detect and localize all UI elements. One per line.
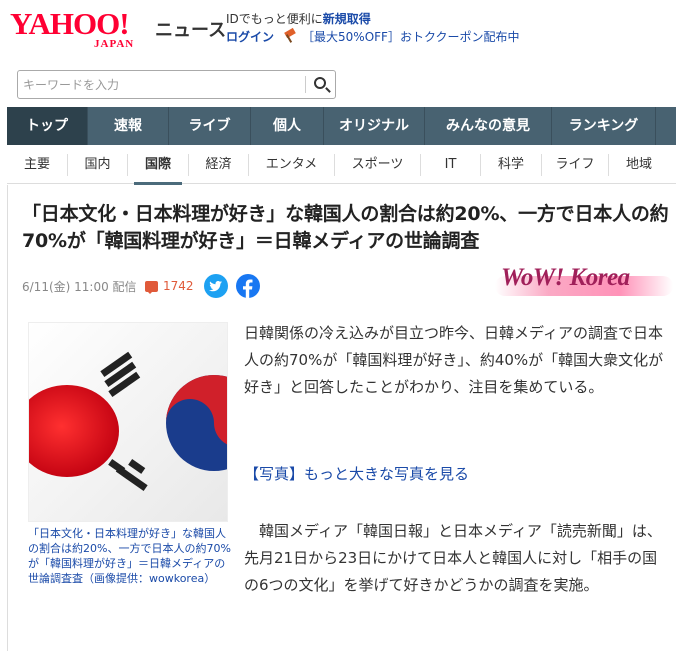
yahoo-japan-logo[interactable]: YAHOO! JAPAN: [10, 6, 150, 51]
nav-item-ranking[interactable]: ランキング: [552, 107, 656, 145]
category-science[interactable]: 科学: [481, 154, 542, 176]
article-title: 「日本文化・日本料理が好き」な韓国人の割合は約20%、一方で日本人の約70%が「…: [22, 203, 669, 252]
search-input[interactable]: [18, 71, 304, 98]
header-promo: IDでもっと便利に新規取得 ログイン ［最大50%OFF］おトククーポン配布中: [226, 10, 519, 46]
category-economy[interactable]: 経済: [189, 154, 249, 176]
nav-item-individual[interactable]: 個人: [251, 107, 324, 145]
twitter-share-icon[interactable]: [204, 274, 228, 298]
photo-caption[interactable]: 「日本文化・日本料理が好き」な韓国人の割合は約20%、一方で日本人の約70%が「…: [28, 526, 233, 586]
promo-line-1: IDでもっと便利に新規取得: [226, 10, 519, 28]
category-life[interactable]: ライフ: [542, 154, 609, 176]
header: YAHOO! JAPAN ニュース IDでもっと便利に新規取得 ログイン ［最大5…: [0, 0, 676, 62]
facebook-share-icon[interactable]: [236, 274, 260, 298]
promo-text: IDでもっと便利に: [226, 12, 323, 26]
category-main[interactable]: 主要: [7, 154, 68, 176]
category-entertainment[interactable]: エンタメ: [249, 154, 335, 176]
logo-subtext: JAPAN: [94, 38, 135, 50]
category-sports[interactable]: スポーツ: [335, 154, 421, 176]
paragraph-1: 日韓関係の冷え込みが目立つ昨今、日韓メディアの調査で日本人の約70%が「韓国料理…: [244, 324, 664, 396]
comment-count: 1742: [163, 279, 194, 293]
article-date: 6/11(金) 11:00 配信: [22, 280, 137, 294]
primary-nav: トップ 速報 ライブ 個人 オリジナル みんなの意見 ランキング: [7, 107, 676, 145]
article: 「日本文化・日本料理が好き」な韓国人の割合は約20%、一方で日本人の約70%が「…: [7, 185, 676, 651]
category-it[interactable]: IT: [421, 154, 481, 176]
source-name: WoW! Korea: [501, 264, 630, 291]
search-icon: [314, 77, 326, 89]
category-domestic[interactable]: 国内: [68, 154, 128, 176]
promo-line-2: ログイン ［最大50%OFF］おトククーポン配布中: [226, 27, 519, 46]
category-international[interactable]: 国際: [128, 154, 189, 185]
comment-icon: [145, 281, 158, 294]
nav-item-opinion[interactable]: みんなの意見: [425, 107, 552, 145]
logo-text: YAHOO!: [10, 6, 130, 41]
coupon-link[interactable]: ［最大50%OFF］おトククーポン配布中: [302, 30, 519, 44]
nav-item-top[interactable]: トップ: [7, 107, 88, 145]
auction-hammer-icon: [282, 27, 298, 43]
category-local[interactable]: 地域: [609, 154, 669, 176]
nav-item-live[interactable]: ライブ: [169, 107, 251, 145]
nav-item-original[interactable]: オリジナル: [324, 107, 425, 145]
service-name[interactable]: ニュース: [155, 16, 226, 42]
nav-item-breaking[interactable]: 速報: [88, 107, 169, 145]
view-larger-photo-link[interactable]: 【写真】もっと大きな写真を見る: [244, 463, 469, 484]
category-nav: 主要 国内 国際 経済 エンタメ スポーツ IT 科学 ライフ 地域: [7, 152, 676, 185]
comment-count-link[interactable]: 1742: [145, 277, 194, 295]
search-button[interactable]: [306, 71, 336, 98]
search-box: [17, 70, 336, 99]
paragraph-2: 韓国メディア「韓国日報」と日本メディア「読売新聞」は、先月21日から23日にかけ…: [244, 522, 662, 594]
register-link[interactable]: 新規取得: [323, 12, 371, 26]
wowkorea-source-logo[interactable]: WoW! Korea: [495, 258, 673, 308]
article-body-2: 韓国メディア「韓国日報」と日本メディア「読売新聞」は、先月21日から23日にかけ…: [244, 518, 672, 599]
login-link[interactable]: ログイン: [226, 30, 274, 44]
article-photo[interactable]: [28, 322, 228, 522]
article-body-1: 日韓関係の冷え込みが目立つ昨今、日韓メディアの調査で日本人の約70%が「韓国料理…: [244, 320, 672, 401]
